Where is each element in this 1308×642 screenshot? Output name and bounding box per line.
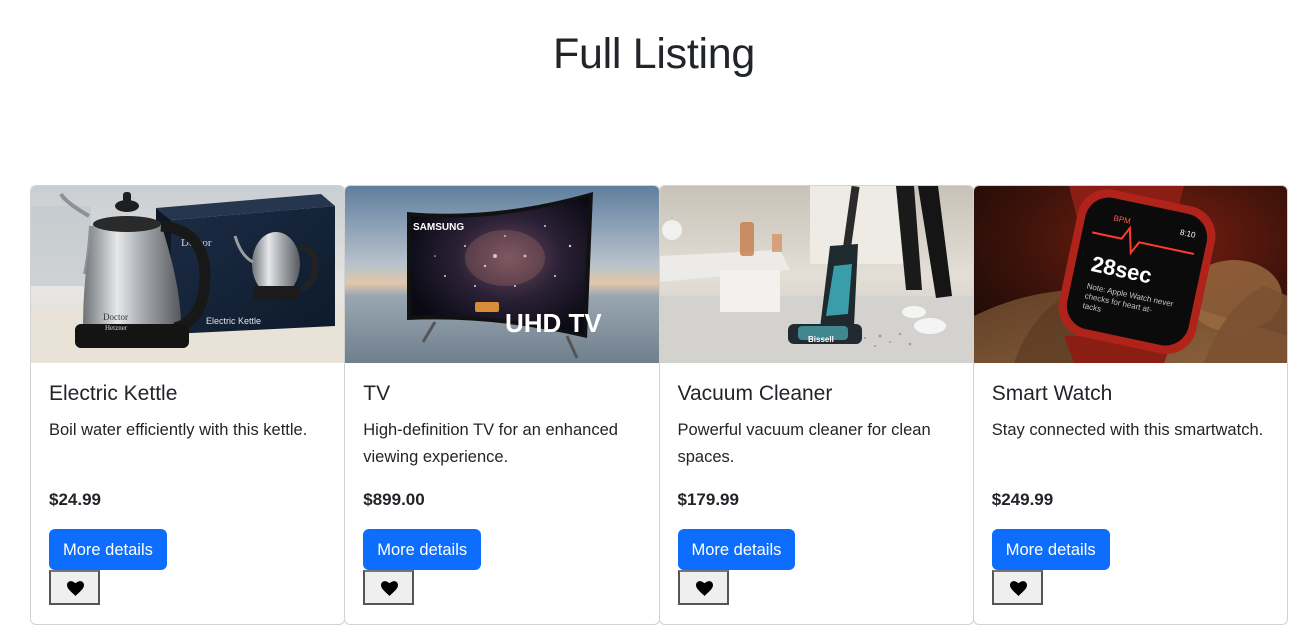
product-name: TV <box>363 382 391 405</box>
more-details-button[interactable]: More details <box>677 529 796 570</box>
favorite-button[interactable] <box>991 570 1043 605</box>
product-name: Smart Watch <box>991 382 1113 405</box>
tv-brand-text: SAMSUNG <box>413 222 464 233</box>
product-image-smartwatch: BPM 8:10 28sec Note: Apple Watch never c… <box>973 186 1287 363</box>
vacuum-brand-text: Bissell <box>808 335 834 344</box>
product-card: SAMSUNG UHD TV TV High-definition TV for… <box>344 185 660 625</box>
heart-icon <box>381 581 399 596</box>
product-price: $249.99 <box>991 490 1054 509</box>
product-card: Doctor Electric Kettle Doctor Hetzner El… <box>30 185 346 625</box>
product-card-body: TV High-definition TV for an enhanced vi… <box>345 363 658 605</box>
product-price: $179.99 <box>677 490 739 509</box>
smartwatch-image: BPM 8:10 28sec Note: Apple Watch never c… <box>973 186 1287 363</box>
product-card: BPM 8:10 28sec Note: Apple Watch never c… <box>972 185 1288 625</box>
product-price: $899.00 <box>363 490 425 509</box>
tv-screen-text: UHD TV <box>505 308 602 338</box>
heart-icon <box>695 581 713 596</box>
page-title: Full Listing <box>553 30 755 78</box>
favorite-button[interactable] <box>363 570 415 605</box>
kettle-image: Doctor Electric Kettle Doctor Hetzner <box>31 186 345 363</box>
product-card-body: Smart Watch Stay connected with this sma… <box>974 363 1287 605</box>
product-card-body: Vacuum Cleaner Powerful vacuum cleaner f… <box>660 363 973 605</box>
product-card: Bissell Vacuum Cleaner Powerful vacuum c… <box>658 185 974 625</box>
product-description: High-definition TV for an enhanced viewi… <box>363 421 618 466</box>
product-name: Electric Kettle <box>49 382 178 405</box>
kettle-box-label: Electric Kettle <box>206 316 261 326</box>
product-description: Boil water efficiently with this kettle. <box>49 421 308 439</box>
more-details-button[interactable]: More details <box>991 529 1110 570</box>
product-grid: Doctor Electric Kettle Doctor Hetzner El… <box>30 185 1288 625</box>
heart-icon <box>1009 581 1027 596</box>
product-image-tv: SAMSUNG UHD TV <box>345 186 659 363</box>
kettle-brand-text: Doctor <box>103 312 128 322</box>
product-description: Stay connected with this smartwatch. <box>991 421 1264 439</box>
product-name: Vacuum Cleaner <box>677 382 833 405</box>
product-image-kettle: Doctor Electric Kettle Doctor Hetzner <box>31 186 345 363</box>
tv-image: SAMSUNG UHD TV <box>345 186 659 363</box>
heart-icon <box>67 581 84 596</box>
favorite-button[interactable] <box>49 570 100 605</box>
favorite-button[interactable] <box>677 570 729 605</box>
product-image-vacuum: Bissell <box>659 186 973 363</box>
more-details-button[interactable]: More details <box>49 529 167 570</box>
product-card-body: Electric Kettle Boil water efficiently w… <box>31 363 344 605</box>
svg-text:Hetzner: Hetzner <box>105 324 128 332</box>
product-price: $24.99 <box>49 490 101 509</box>
vacuum-image: Bissell <box>659 186 973 363</box>
more-details-button[interactable]: More details <box>363 529 482 570</box>
product-description: Powerful vacuum cleaner for clean spaces… <box>677 421 931 466</box>
